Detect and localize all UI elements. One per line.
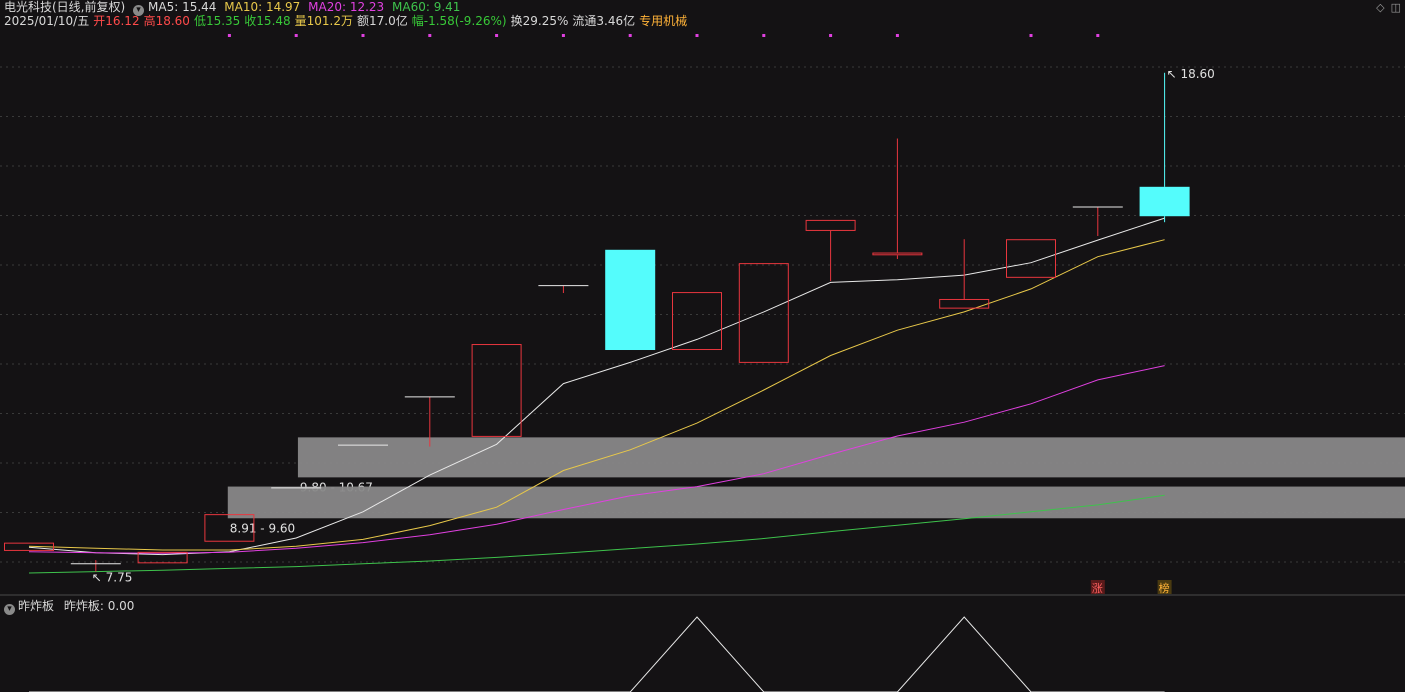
event-marker xyxy=(428,34,432,37)
kline-chart[interactable]: 9.80 - 10.678.91 - 9.60↖ 18.60↖ 7.75涨榜 xyxy=(0,0,1405,692)
candle-up xyxy=(872,252,923,256)
candle-up xyxy=(672,292,722,351)
event-marker xyxy=(1096,34,1100,37)
support-zone xyxy=(297,437,1405,478)
indicator-line xyxy=(29,616,1165,692)
event-marker xyxy=(895,34,899,37)
indicator-value: 昨炸板: 0.00 xyxy=(63,599,135,613)
zone-label: 8.91 - 9.60 xyxy=(230,521,295,535)
support-zone xyxy=(227,486,1405,519)
high-marker: ↖ 18.60 xyxy=(1167,67,1215,81)
event-marker xyxy=(361,34,365,37)
candle-up xyxy=(738,263,789,363)
candle-up xyxy=(939,298,990,309)
event-marker xyxy=(227,34,231,37)
event-marker xyxy=(1029,34,1033,37)
event-marker xyxy=(829,34,833,37)
low-marker: ↖ 7.75 xyxy=(92,571,133,585)
candle-down xyxy=(1139,186,1190,217)
candle-up xyxy=(805,219,856,231)
indicator-name[interactable]: 昨炸板 xyxy=(18,599,54,613)
tag-label: 榜 xyxy=(1159,581,1170,595)
candle-up xyxy=(471,344,522,437)
event-marker xyxy=(695,34,699,37)
event-marker xyxy=(495,34,499,37)
event-marker xyxy=(294,34,298,37)
chevron-down-icon[interactable]: ▾ xyxy=(4,604,15,615)
event-marker xyxy=(762,34,766,37)
event-marker xyxy=(561,34,565,37)
candle-up xyxy=(1006,239,1056,278)
event-marker xyxy=(628,34,632,37)
tag-label: 涨 xyxy=(1092,582,1103,595)
indicator-header: ▾ 昨炸板 昨炸板: 0.00 xyxy=(4,597,134,615)
candle-down xyxy=(605,249,656,351)
